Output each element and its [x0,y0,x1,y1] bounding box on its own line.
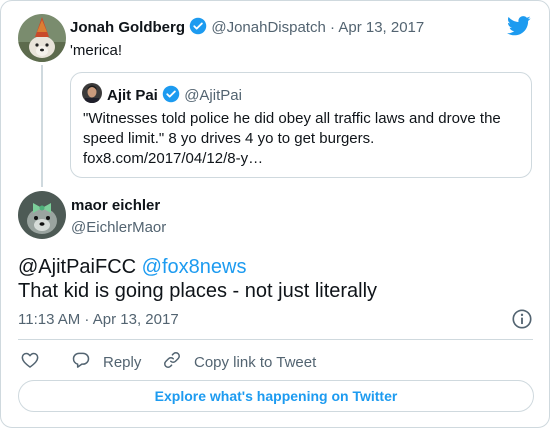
quoted-avatar [82,83,102,103]
main-avatar[interactable] [18,191,66,239]
twitter-bird-icon[interactable] [507,15,531,42]
heart-icon [20,350,40,374]
man-portrait-avatar-icon [82,83,102,103]
main-author-handle[interactable]: @EichlerMaor [71,219,166,236]
quoted-tweet-text: "Witnesses told police he did obey all t… [83,110,501,167]
mention-ajitpaifcc[interactable]: @AjitPaiFCC [18,256,136,278]
main-author-name[interactable]: maor eichler [71,197,160,214]
quoted-header: Ajit Pai @AjitPai [107,85,242,107]
verified-badge-icon [162,85,180,107]
quoted-tweet[interactable]: Ajit Pai @AjitPai "Witnesses told police… [70,72,532,178]
link-chain-icon [162,350,182,374]
copy-link-button[interactable]: Copy link to Tweet [162,350,316,374]
tweet-line-2: That kid is going places - not just lite… [18,280,378,302]
like-button[interactable] [20,350,40,374]
thread-connector-line [41,65,43,187]
dog-in-party-hat-avatar-icon [18,14,66,62]
parent-avatar[interactable] [18,14,66,62]
tweet-embed-card: Jonah Goldberg @JonahDispatch · Apr 13, … [0,0,550,428]
reply-button[interactable]: Reply [71,350,141,374]
quoted-author-name: Ajit Pai [107,87,158,104]
tweet-line-1: @AjitPaiFCC @fox8news [18,255,377,279]
dog-with-bow-avatar-icon [18,191,66,239]
parent-author-name[interactable]: Jonah Goldberg [70,19,185,36]
explore-twitter-button[interactable]: Explore what's happening on Twitter [18,380,534,412]
main-tweet-text: @AjitPaiFCC @fox8news That kid is going … [18,255,377,303]
reply-label: Reply [103,353,142,371]
tweet-timestamp[interactable]: 11:13 AM · Apr 13, 2017 [18,311,179,328]
info-icon[interactable] [511,308,533,335]
divider [18,339,533,340]
parent-separator: · [330,19,335,36]
mention-fox8news[interactable]: @fox8news [142,256,247,278]
parent-author-handle[interactable]: @JonahDispatch [211,19,325,36]
verified-badge-icon [189,17,207,39]
parent-header: Jonah Goldberg @JonahDispatch · Apr 13, … [70,17,424,39]
reply-bubble-icon [71,350,91,374]
parent-tweet-text: 'merica! [70,42,123,59]
copy-link-label: Copy link to Tweet [194,353,317,371]
quoted-author-handle: @AjitPai [184,87,242,104]
parent-date[interactable]: Apr 13, 2017 [338,19,424,36]
